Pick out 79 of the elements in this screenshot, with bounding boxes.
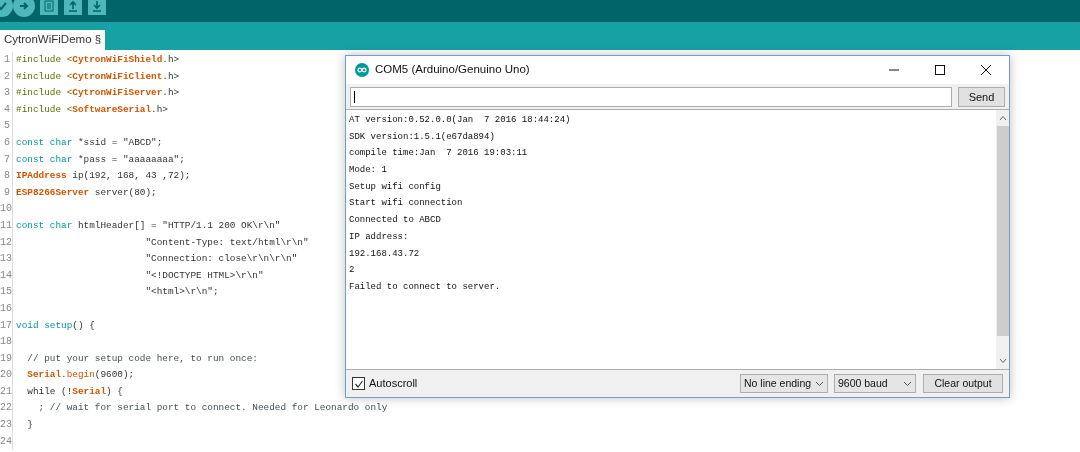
- line-number: 19: [0, 351, 12, 366]
- code-line: #include <CytronWiFiShield.h>: [16, 54, 180, 65]
- code-line: }: [26, 419, 33, 431]
- app-logo-icon: [355, 63, 369, 77]
- document-icon: [44, 0, 54, 12]
- scroll-down-icon: [998, 358, 1007, 364]
- code-line: "Connection: close\r\n\r\n": [144, 253, 298, 265]
- line-number: 3: [3, 86, 11, 101]
- line-ending-dropdown[interactable]: No line ending: [740, 374, 828, 393]
- line-number: 17: [0, 318, 12, 333]
- line-number: 2: [3, 69, 11, 84]
- code-line: #include <CytronWiFiServer.h>: [16, 87, 180, 99]
- line-number: 22: [0, 401, 12, 416]
- line-number: 23: [0, 418, 12, 433]
- line-number: 9: [3, 185, 11, 200]
- code-line: void setup() {: [16, 319, 95, 331]
- line-number: 18: [0, 335, 12, 350]
- line-number: 14: [0, 268, 12, 283]
- window-title: COM5 (Arduino/Genuino Uno): [375, 62, 530, 78]
- line-number: 4: [3, 102, 11, 117]
- line-number: 1: [3, 53, 11, 67]
- output-line: compile time:Jan 7 2016 19:03:11: [349, 147, 529, 161]
- scrollbar-thumb[interactable]: [996, 126, 1009, 336]
- file-tab[interactable]: CytronWiFiDemo §: [0, 30, 106, 50]
- autoscroll-label: Autoscroll: [369, 376, 418, 392]
- line-number: 12: [0, 235, 12, 250]
- output-line: IP address:: [349, 230, 410, 244]
- new-button[interactable]: [40, 0, 58, 15]
- line-number: 20: [0, 368, 12, 383]
- open-button[interactable]: [64, 0, 82, 15]
- code-line: const char *ssid = "ABCD";: [16, 136, 163, 148]
- output-line: Setup wifi config: [349, 180, 442, 194]
- autoscroll-checkbox[interactable]: [352, 377, 365, 390]
- output-line: Connected to ABCD: [349, 214, 442, 228]
- code-line: #include <SoftwareSerial.h>: [16, 103, 168, 115]
- output-line: Mode: 1: [349, 164, 388, 178]
- caret-icon: [903, 380, 912, 387]
- code-line: ESP8266Server server(80);: [16, 186, 157, 198]
- line-number: 15: [0, 285, 12, 300]
- send-button[interactable]: Send: [958, 87, 1005, 107]
- code-line: const char *pass = "aaaaaaaa";: [16, 153, 185, 165]
- line-number: 16: [0, 301, 12, 316]
- baud-rate-dropdown[interactable]: 9600 baud: [834, 374, 916, 393]
- line-number: 6: [3, 135, 11, 150]
- code-line: Serial.begin(9600);: [26, 369, 135, 381]
- output-line: AT version:0.52.0.0(Jan 7 2016 18:44:24): [349, 114, 572, 127]
- close-icon: [981, 65, 991, 75]
- line-number: 7: [3, 152, 11, 167]
- code-line: // put your setup code here, to run once:: [26, 352, 258, 364]
- output-line: 2: [349, 264, 356, 278]
- output-line: Failed to connect to server.: [349, 280, 502, 294]
- arrow-right-icon: [18, 0, 30, 12]
- arrow-down-icon: [92, 0, 102, 12]
- output-line: Start wifi connection: [349, 197, 464, 211]
- scroll-up-icon: [998, 115, 1007, 121]
- save-button[interactable]: [88, 0, 106, 15]
- code-line: "<!DOCTYPE HTML>\r\n": [144, 269, 264, 281]
- line-number: 10: [0, 202, 12, 217]
- code-line: ; // wait for serial port to connect. Needed for Leonardo only: [37, 402, 388, 414]
- code-line: #include <CytronWiFiClient.h>: [16, 70, 180, 82]
- clear-output-button[interactable]: Clear output: [923, 374, 1003, 393]
- output-line: 192.168.43.72: [349, 247, 421, 261]
- code-line: "<html>\r\n";: [144, 286, 219, 298]
- line-number: 21: [0, 384, 12, 399]
- line-number: 24: [0, 434, 12, 449]
- caret-icon: [815, 380, 824, 387]
- line-number: 5: [3, 119, 11, 134]
- line-number: 8: [3, 169, 11, 184]
- maximize-icon: [935, 65, 945, 75]
- code-line: "Content-Type: text/html\r\n": [144, 236, 309, 248]
- code-line: const char htmlHeader[] = "HTTP/1.1 200 OK\r\n": [16, 219, 281, 231]
- message-input[interactable]: [350, 87, 952, 107]
- code-line: IPAddress ip(192, 168, 43 ,72);: [16, 170, 191, 182]
- line-number: 11: [0, 218, 12, 233]
- upload-button[interactable]: [13, 0, 35, 17]
- arrow-up-icon: [68, 0, 78, 12]
- line-number: 13: [0, 252, 12, 267]
- output-line: SDK version:1.5.1(e67da894): [349, 130, 496, 144]
- code-line: while (!Serial) {: [26, 385, 123, 397]
